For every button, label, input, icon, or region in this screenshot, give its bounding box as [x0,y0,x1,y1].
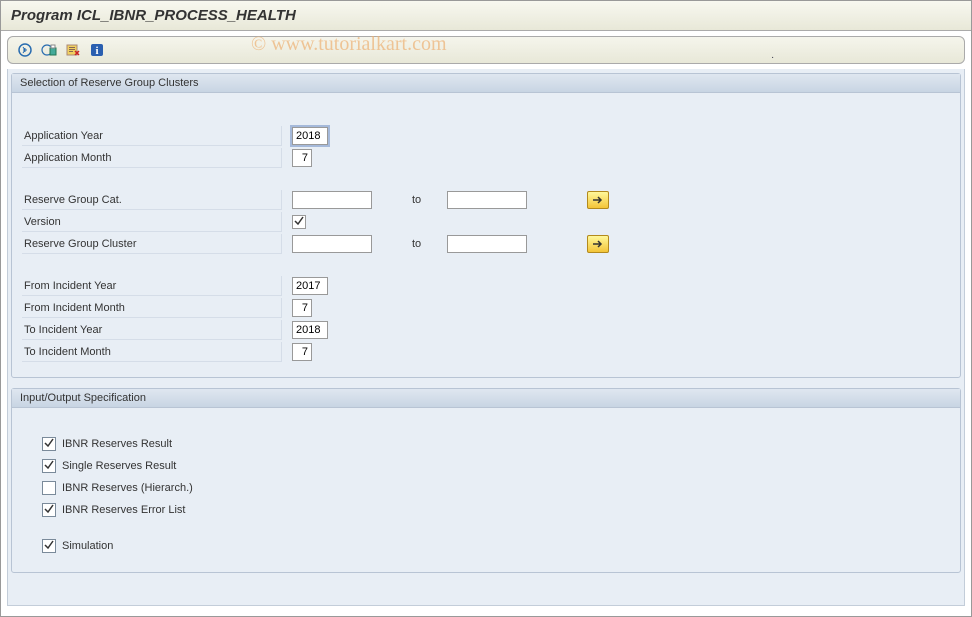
row-single-result: Single Reserves Result [22,456,950,476]
multi-select-cluster-button[interactable] [587,235,609,253]
input-from-year[interactable] [292,277,328,295]
arrow-right-icon [591,239,605,249]
row-version: Version [22,211,950,233]
row-from-incident-month: From Incident Month [22,297,950,319]
check-icon [293,215,305,227]
multi-select-cat-button[interactable] [587,191,609,209]
input-reserve-cluster-to[interactable] [447,235,527,253]
label-simulation: Simulation [62,540,113,552]
variant-icon[interactable] [64,41,82,59]
label-reserve-cat: Reserve Group Cat. [22,190,282,210]
row-ibnr-result: IBNR Reserves Result [22,434,950,454]
label-from-year: From Incident Year [22,276,282,296]
row-reserve-cluster: Reserve Group Cluster to [22,233,950,255]
svg-text:i: i [95,45,98,57]
label-version: Version [22,212,282,232]
execute-print-icon[interactable] [40,41,58,59]
watermark-text: © www.tutorialkart.com [251,33,447,56]
label-ibnr-hier: IBNR Reserves (Hierarch.) [62,482,193,494]
input-app-month[interactable] [292,149,312,167]
checkbox-single-result[interactable] [42,459,56,473]
row-application-month: Application Month [22,147,950,169]
label-app-month: Application Month [22,148,282,168]
arrow-right-icon [591,195,605,205]
check-icon [43,437,55,449]
input-to-month[interactable] [292,343,312,361]
group-reserve-clusters: Selection of Reserve Group Clusters Appl… [11,73,961,378]
period-indicator: . [771,50,774,61]
row-to-incident-month: To Incident Month [22,341,950,363]
input-to-year[interactable] [292,321,328,339]
row-ibnr-error: IBNR Reserves Error List [22,500,950,520]
label-app-year: Application Year [22,126,282,146]
window-title: Program ICL_IBNR_PROCESS_HEALTH [1,1,971,31]
label-ibnr-error: IBNR Reserves Error List [62,504,185,516]
row-ibnr-hier: IBNR Reserves (Hierarch.) [22,478,950,498]
check-icon [43,503,55,515]
label-reserve-cluster: Reserve Group Cluster [22,234,282,254]
group-title-io: Input/Output Specification [12,389,960,408]
input-from-month[interactable] [292,299,312,317]
group-title-reserve: Selection of Reserve Group Clusters [12,74,960,93]
execute-icon[interactable] [16,41,34,59]
label-to-month: To Incident Month [22,342,282,362]
checkbox-ibnr-error[interactable] [42,503,56,517]
group-io-spec: Input/Output Specification IBNR Reserves… [11,388,961,573]
input-reserve-cat-from[interactable] [292,191,372,209]
to-label-cluster: to [412,238,432,250]
label-from-month: From Incident Month [22,298,282,318]
info-icon[interactable]: i [88,41,106,59]
label-single-result: Single Reserves Result [62,460,176,472]
content-area: Selection of Reserve Group Clusters Appl… [7,69,965,606]
input-reserve-cluster-from[interactable] [292,235,372,253]
row-reserve-cat: Reserve Group Cat. to [22,189,950,211]
input-version-checkbox[interactable] [292,215,306,229]
label-to-year: To Incident Year [22,320,282,340]
row-simulation: Simulation [22,536,950,556]
checkbox-simulation[interactable] [42,539,56,553]
check-icon [43,539,55,551]
row-to-incident-year: To Incident Year [22,319,950,341]
input-reserve-cat-to[interactable] [447,191,527,209]
row-application-year: Application Year [22,125,950,147]
checkbox-ibnr-result[interactable] [42,437,56,451]
toolbar: i © www.tutorialkart.com . [7,36,965,64]
input-app-year[interactable] [292,127,328,145]
check-icon [43,459,55,471]
row-from-incident-year: From Incident Year [22,275,950,297]
label-ibnr-result: IBNR Reserves Result [62,438,172,450]
to-label-cat: to [412,194,432,206]
checkbox-ibnr-hier[interactable] [42,481,56,495]
